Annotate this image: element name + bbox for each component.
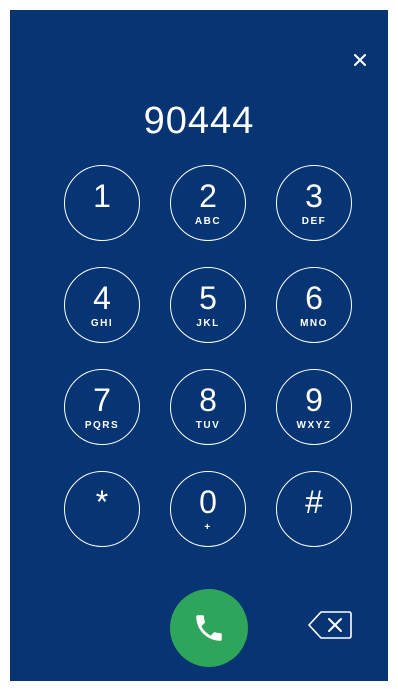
key-3[interactable]: 3 DEF [276, 165, 352, 241]
key-letters: DEF [301, 215, 327, 227]
key-digit: 2 [199, 177, 217, 214]
key-digit: 9 [305, 381, 323, 418]
key-digit: # [305, 483, 323, 520]
key-hash[interactable]: # [276, 471, 352, 547]
key-0[interactable]: 0 + [170, 471, 246, 547]
key-letters: PQRS [84, 419, 120, 431]
close-button[interactable] [348, 48, 372, 72]
key-7[interactable]: 7 PQRS [64, 369, 140, 445]
dialer-panel: 90444 1 2 ABC 3 DEF 4 GHI 5 JKL 6 MNO 7 … [10, 10, 388, 681]
key-5[interactable]: 5 JKL [170, 267, 246, 343]
key-letters: GHI [90, 317, 114, 329]
backspace-icon [308, 611, 352, 639]
key-digit: * [95, 483, 109, 520]
key-digit: 6 [305, 279, 323, 316]
key-1[interactable]: 1 [64, 165, 140, 241]
key-letters: WXYZ [296, 419, 332, 431]
key-letters: JKL [196, 317, 220, 329]
key-2[interactable]: 2 ABC [170, 165, 246, 241]
key-letters: ABC [194, 215, 222, 227]
close-icon [354, 54, 366, 66]
key-letters: TUV [195, 419, 221, 431]
key-9[interactable]: 9 WXYZ [276, 369, 352, 445]
key-digit: 4 [93, 279, 111, 316]
dialed-number: 90444 [143, 100, 255, 142]
key-digit: 5 [199, 279, 217, 316]
keypad: 1 2 ABC 3 DEF 4 GHI 5 JKL 6 MNO 7 PQRS 8 [64, 165, 354, 547]
key-letters: MNO [300, 317, 328, 329]
key-letters: + [204, 521, 212, 533]
phone-icon [196, 615, 222, 641]
key-4[interactable]: 4 GHI [64, 267, 140, 343]
key-digit: 1 [93, 177, 111, 214]
key-digit: 8 [199, 381, 217, 418]
call-button[interactable] [170, 589, 248, 667]
key-digit: 3 [305, 177, 323, 214]
key-digit: 0 [199, 483, 217, 520]
backspace-button[interactable] [306, 610, 354, 640]
key-digit: 7 [93, 381, 111, 418]
key-6[interactable]: 6 MNO [276, 267, 352, 343]
key-star[interactable]: * [64, 471, 140, 547]
key-8[interactable]: 8 TUV [170, 369, 246, 445]
